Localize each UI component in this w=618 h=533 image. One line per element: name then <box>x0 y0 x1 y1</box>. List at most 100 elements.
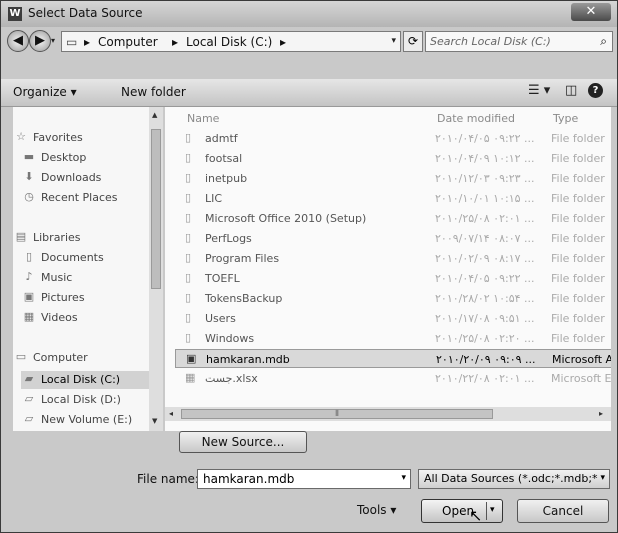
file-row[interactable]: ▦ جست.xlsx ۲۰۱۰/۲۲/۰۸ ۰۲:۰۱ ... Microsoft E… <box>175 369 611 388</box>
refresh-button[interactable]: ⟳ <box>403 31 423 52</box>
breadcrumb-computer[interactable]: Computer <box>98 35 158 49</box>
file-type: File folder <box>551 172 605 185</box>
file-row[interactable]: ▯ Windows ۲۰۱۰/۲۵/۰۸ ۰۲:۲۰ ... File folder <box>175 329 611 348</box>
column-header-name[interactable]: Name <box>187 112 219 125</box>
favorites-icon: ☆ <box>16 130 26 143</box>
file-name: Windows <box>205 332 255 345</box>
file-type: File folder <box>551 272 605 285</box>
column-header-type[interactable]: Type <box>553 112 578 125</box>
preview-pane-icon[interactable]: ◫ <box>565 83 577 98</box>
new-source-button[interactable]: New Source... <box>179 431 307 453</box>
scroll-right-icon[interactable]: ▸ <box>599 409 603 418</box>
folder-icon: ▯ <box>185 291 192 304</box>
mouse-cursor-icon: ↖ <box>469 506 483 525</box>
address-dropdown-icon[interactable]: ▾ <box>391 36 396 46</box>
tools-button[interactable]: Tools ▾ <box>357 503 396 517</box>
back-button[interactable]: ◀ <box>7 30 29 52</box>
file-type: File folder <box>551 132 605 145</box>
nav-recent-places[interactable]: ◷ Recent Places <box>21 189 163 207</box>
navigation-scrollbar[interactable]: ▲ ▼ <box>149 107 163 431</box>
documents-icon: ▯ <box>25 250 33 263</box>
folder-icon: ▯ <box>185 191 192 204</box>
open-dropdown-icon[interactable]: ▾ <box>490 505 495 515</box>
nav-item-label: Music <box>41 271 73 284</box>
nav-item-label: Local Disk (D:) <box>41 393 121 406</box>
nav-local-disk-d[interactable]: ▱ Local Disk (D:) <box>21 391 163 409</box>
nav-item-label: Videos <box>41 311 78 324</box>
libraries-icon: ▤ <box>15 230 27 243</box>
file-date-modified: ۲۰۱۰/۰۴/۰۵ ۰۹:۲۲ ... <box>435 272 535 285</box>
nav-libraries[interactable]: ▤ Libraries <box>13 229 163 247</box>
search-box[interactable]: Search Local Disk (C:) ⌕ <box>425 31 613 52</box>
file-date-modified: ۲۰۱۰/۰۴/۰۵ ۰۹:۲۲ ... <box>435 132 535 145</box>
forward-button[interactable]: ▶ <box>29 30 51 52</box>
file-date-modified: ۲۰۱۰/۱۰/۰۱ ۱۰:۱۵ ... <box>435 192 535 205</box>
nav-item-label: Downloads <box>41 171 102 184</box>
file-type: File folder <box>551 192 605 205</box>
file-name-dropdown-icon[interactable]: ▾ <box>401 473 406 483</box>
file-list: Name Date modified Type ▯ admtf ۲۰۱۰/۰۴/۰۵… <box>165 107 611 431</box>
breadcrumb-local-disk-c[interactable]: Local Disk (C:) <box>186 35 272 49</box>
file-row[interactable]: ▯ footsal ۲۰۱۰/۰۴/۰۹ ۱۰:۱۲ ... File folder <box>175 149 611 168</box>
close-button[interactable]: ✕ <box>571 3 611 21</box>
nav-downloads[interactable]: ⬇ Downloads <box>21 169 163 187</box>
view-options-icon[interactable]: ☰ ▾ <box>528 83 550 98</box>
nav-new-volume-e[interactable]: ▱ New Volume (E:) <box>21 411 163 429</box>
file-type-value: All Data Sources (*.odc;*.mdb;* <box>424 472 598 485</box>
file-row[interactable]: ▯ Users ۲۰۱۰/۱۷/۰۸ ۰۹:۵۱ ... File folder <box>175 309 611 328</box>
file-name: TokensBackup <box>205 292 283 305</box>
nav-music[interactable]: ♪ Music <box>21 269 163 287</box>
file-type-dropdown-icon[interactable]: ▾ <box>600 473 605 483</box>
file-type: File folder <box>551 232 605 245</box>
file-name-label: File name: <box>137 472 199 486</box>
nav-local-disk-c[interactable]: ▰ Local Disk (C:) <box>21 371 163 389</box>
nav-favorites[interactable]: ☆ Favorites <box>13 129 163 147</box>
nav-item-label: Favorites <box>33 131 83 144</box>
folder-icon: ▯ <box>185 171 192 184</box>
file-type: File folder <box>551 292 605 305</box>
file-row[interactable]: ▯ LIC ۲۰۱۰/۱۰/۰۱ ۱۰:۱۵ ... File folder <box>175 189 611 208</box>
file-name: footsal <box>205 152 243 165</box>
scroll-down-icon[interactable]: ▼ <box>152 417 157 425</box>
file-date-modified: ۲۰۱۰/۲۲/۰۸ ۰۲:۰۱ ... <box>435 372 535 385</box>
nav-documents[interactable]: ▯ Documents <box>21 249 163 267</box>
file-type-select[interactable]: All Data Sources (*.odc;*.mdb;* ▾ <box>418 469 610 489</box>
horizontal-scroll-thumb[interactable]: ⦀ <box>181 409 493 419</box>
column-header-date-modified[interactable]: Date modified <box>437 112 515 125</box>
file-date-modified: ۲۰۱۰/۱۲/۰۳ ۰۹:۲۳ ... <box>435 172 535 185</box>
scroll-left-icon[interactable]: ◂ <box>169 409 173 418</box>
new-folder-button[interactable]: New folder <box>121 85 186 99</box>
file-icon: ▣ <box>186 352 197 365</box>
file-name-input[interactable]: hamkaran.mdb ▾ <box>197 469 411 489</box>
file-row[interactable]: ▯ PerfLogs ۲۰۰۹/۰۷/۱۴ ۰۸:۰۷ ... File folder <box>175 229 611 248</box>
nav-item-label: Computer <box>33 351 88 364</box>
scroll-up-icon[interactable]: ▲ <box>152 111 157 119</box>
navigation-scroll-thumb[interactable] <box>151 129 161 289</box>
file-row[interactable]: ▯ TOEFL ۲۰۱۰/۰۴/۰۵ ۰۹:۲۲ ... File folder <box>175 269 611 288</box>
help-icon[interactable]: ? <box>588 83 603 98</box>
file-row[interactable]: ▯ inetpub ۲۰۱۰/۱۲/۰۳ ۰۹:۲۳ ... File folder <box>175 169 611 188</box>
horizontal-scrollbar[interactable]: ◂ ⦀ ▸ <box>165 407 611 421</box>
file-name: PerfLogs <box>205 232 252 245</box>
address-bar[interactable]: ▭ ▸ Computer ▸ Local Disk (C:) ▸ ▾ <box>61 31 401 52</box>
organize-button[interactable]: Organize ▾ <box>13 85 77 99</box>
nav-computer[interactable]: ▭ Computer <box>13 349 163 367</box>
file-row[interactable]: ▣ hamkaran.mdb ۲۰۱۰/۲۰/۰۹ ۰۹:۰۹ ... Microso… <box>175 349 611 368</box>
folder-icon: ▯ <box>185 231 192 244</box>
nav-videos[interactable]: ▦ Videos <box>21 309 163 327</box>
nav-pictures[interactable]: ▣ Pictures <box>21 289 163 307</box>
folder-icon: ▯ <box>185 251 192 264</box>
file-row[interactable]: ▯ Microsoft Office 2010 (Setup) ۲۰۱۰/۲۵/۰۸… <box>175 209 611 228</box>
videos-icon: ▦ <box>23 310 35 323</box>
nav-desktop[interactable]: ▬ Desktop <box>21 149 163 167</box>
cancel-button[interactable]: Cancel <box>517 499 609 523</box>
file-row[interactable]: ▯ TokensBackup ۲۰۱۰/۲۸/۰۲ ۱۰:۵۴ ... File fo… <box>175 289 611 308</box>
file-row[interactable]: ▯ Program Files ۲۰۱۰/۰۲/۰۹ ۰۸:۱۷ ... File f… <box>175 249 611 268</box>
app-icon: W <box>8 7 22 21</box>
open-button[interactable]: Open ▾ <box>421 499 503 523</box>
file-icon: ▦ <box>185 371 196 384</box>
history-dropdown-icon[interactable]: ▾ <box>51 36 55 45</box>
file-row[interactable]: ▯ admtf ۲۰۱۰/۰۴/۰۵ ۰۹:۲۲ ... File folder <box>175 129 611 148</box>
recent-places-icon: ◷ <box>24 190 34 203</box>
file-date-modified: ۲۰۱۰/۲۵/۰۸ ۰۲:۲۰ ... <box>435 332 535 345</box>
